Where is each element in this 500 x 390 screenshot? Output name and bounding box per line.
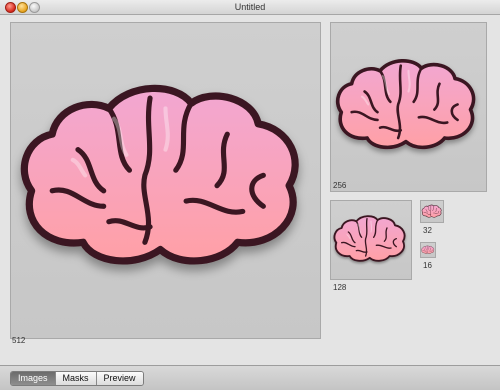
size-label-16: 16 [423,261,432,270]
window-title: Untitled [234,2,266,12]
brain-icon [421,245,435,254]
tab-masks[interactable]: Masks [55,372,97,385]
bottom-toolbar: Images Masks Preview [0,365,500,390]
size-label-512: 512 [12,336,26,345]
tab-images[interactable]: Images [11,372,56,385]
size-label-128: 128 [333,283,347,292]
image-well-256[interactable] [330,22,487,192]
image-well-128[interactable] [330,200,412,280]
brain-icon [335,58,476,150]
icon-editor-area: 512 256 128 32 16 [0,15,500,365]
image-well-16[interactable] [420,242,436,258]
brain-icon [421,204,442,218]
tab-preview[interactable]: Preview [96,372,143,385]
size-label-32: 32 [423,226,432,235]
brain-icon [333,215,406,262]
view-segmented-control: Images Masks Preview [10,371,144,386]
size-label-256: 256 [333,181,347,190]
title-bar: Untitled [0,0,500,15]
brain-icon [11,23,320,338]
image-well-32[interactable] [420,200,444,223]
app-window: Untitled 512 256 128 32 16 Images Masks … [0,0,500,390]
image-well-512[interactable] [10,22,321,339]
